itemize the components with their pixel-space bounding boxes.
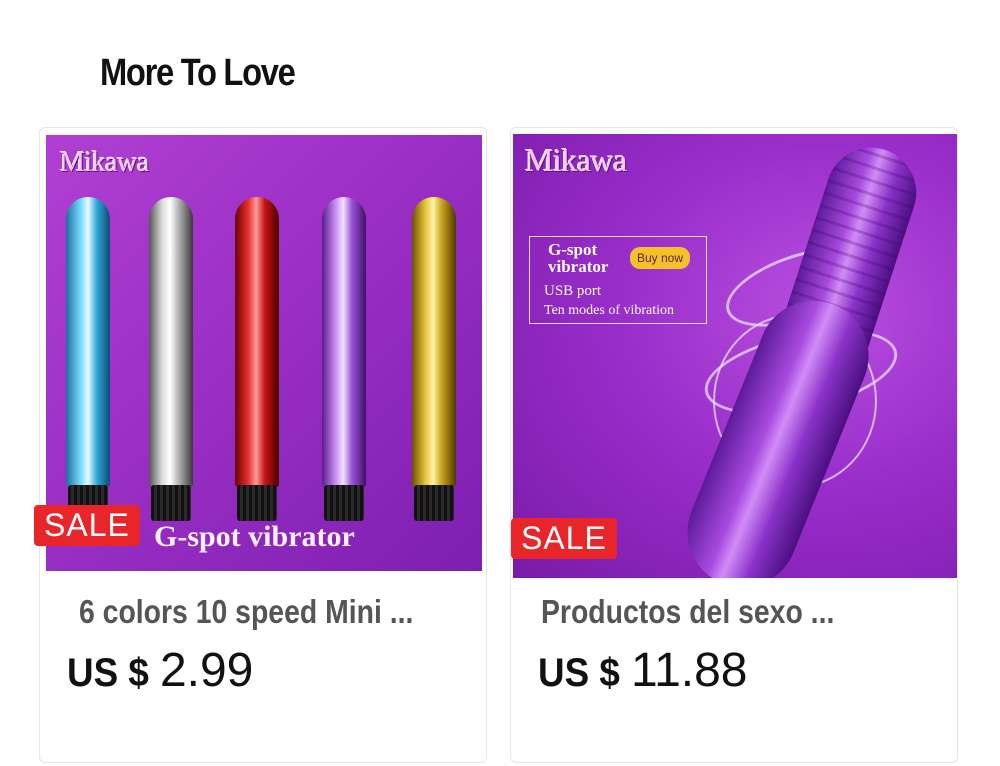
brand-logo: Mikawa bbox=[60, 147, 149, 178]
info-modes: Ten modes of vibration bbox=[544, 303, 675, 318]
sale-badge: SALE bbox=[511, 518, 617, 559]
vibrator-gold-graphic bbox=[412, 197, 456, 521]
product-title[interactable]: Productos del sexo ... bbox=[541, 593, 834, 631]
info-usb: USB port bbox=[544, 283, 602, 299]
product-title[interactable]: 6 colors 10 speed Mini ... bbox=[79, 593, 413, 631]
vibrator-red-graphic bbox=[235, 197, 279, 521]
price-currency: US $ bbox=[538, 651, 620, 695]
product-price: US $2.99 bbox=[67, 643, 253, 698]
brand-logo: Mikawa bbox=[525, 142, 627, 178]
price-amount: 2.99 bbox=[159, 644, 254, 697]
price-amount: 11.88 bbox=[630, 644, 748, 697]
product-card[interactable]: Mikawa G-spot vibrator SALE 6 colors 10 … bbox=[34, 127, 487, 763]
sale-badge: SALE bbox=[34, 505, 140, 546]
product-image[interactable]: Mikawa G-spot vibrator Buy now USB port T… bbox=[513, 134, 957, 578]
info-heading: G-spot vibrator bbox=[548, 240, 609, 276]
product-info-box: G-spot vibrator Buy now USB port Ten mode… bbox=[529, 236, 707, 324]
image-caption: G-spot vibrator bbox=[154, 520, 355, 553]
buy-now-button: Buy now bbox=[630, 247, 691, 269]
vibrator-purple-graphic bbox=[322, 197, 366, 521]
vibrator-blue-graphic bbox=[66, 197, 110, 521]
price-currency: US $ bbox=[67, 651, 149, 695]
product-card[interactable]: Mikawa G-spot vibrator Buy now USB port T… bbox=[510, 127, 958, 763]
product-price: US $11.88 bbox=[538, 643, 748, 698]
vibrator-silver-graphic bbox=[149, 197, 193, 521]
section-title: More To Love bbox=[100, 52, 296, 94]
